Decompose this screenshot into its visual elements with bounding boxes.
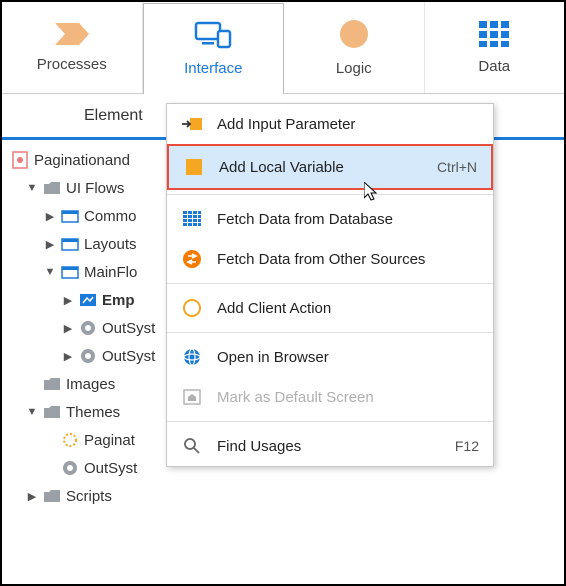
tab-logic[interactable]: Logic	[284, 2, 425, 93]
theme-icon	[60, 432, 80, 448]
tree-label: OutSyst	[84, 460, 137, 477]
menu-label: Open in Browser	[217, 349, 479, 366]
context-menu: Add Input Parameter Add Local Variable C…	[166, 103, 494, 467]
tree-label: Emp	[102, 292, 135, 309]
logic-icon	[339, 19, 369, 54]
interface-icon	[194, 21, 232, 54]
fetch-other-icon	[181, 248, 203, 270]
folder-icon	[42, 405, 62, 419]
tab-data[interactable]: Data	[425, 2, 565, 93]
menu-label: Find Usages	[217, 438, 441, 455]
menu-label: Fetch Data from Other Sources	[217, 251, 479, 268]
globe-icon	[181, 346, 203, 368]
block-icon	[78, 348, 98, 364]
menu-label: Add Input Parameter	[217, 116, 479, 133]
menu-label: Add Local Variable	[219, 159, 423, 176]
folder-icon	[42, 181, 62, 195]
search-icon	[181, 435, 203, 457]
chevron-right-icon: ▶	[44, 238, 56, 251]
input-param-icon	[181, 113, 203, 135]
flow-icon	[60, 237, 80, 251]
tree-label: OutSyst	[102, 348, 155, 365]
chevron-right-icon: ▶	[26, 490, 38, 503]
tree-label: Paginat	[84, 432, 135, 449]
local-var-icon	[183, 156, 205, 178]
chevron-down-icon: ▼	[44, 266, 56, 278]
data-icon	[479, 21, 509, 52]
home-icon	[181, 386, 203, 408]
chevron-right-icon: ▶	[62, 322, 74, 335]
menu-add-client-action[interactable]: Add Client Action	[167, 288, 493, 328]
tree-label: Images	[66, 376, 115, 393]
menu-mark-default-screen: Mark as Default Screen	[167, 377, 493, 417]
menu-find-usages[interactable]: Find Usages F12	[167, 426, 493, 466]
menu-shortcut: F12	[455, 438, 479, 454]
block-icon	[60, 460, 80, 476]
menu-separator	[167, 332, 493, 333]
tab-label: Processes	[37, 56, 107, 73]
menu-fetch-other-sources[interactable]: Fetch Data from Other Sources	[167, 239, 493, 279]
block-icon	[78, 320, 98, 336]
tab-label: Logic	[336, 60, 372, 77]
tree-label: Paginationand	[34, 152, 130, 169]
menu-shortcut: Ctrl+N	[437, 159, 477, 175]
screen-icon	[78, 293, 98, 307]
module-icon	[10, 151, 30, 169]
menu-separator	[167, 283, 493, 284]
chevron-right-icon: ▶	[62, 350, 74, 363]
tree-label: Commo	[84, 208, 137, 225]
subtab-elements[interactable]: Element	[64, 97, 163, 135]
tree-scripts[interactable]: ▶ Scripts	[10, 482, 564, 510]
main-tabbar: Processes Interface Logic Data	[2, 2, 564, 94]
menu-label: Fetch Data from Database	[217, 211, 479, 228]
tab-label: Data	[478, 58, 510, 75]
tab-processes[interactable]: Processes	[2, 2, 143, 93]
menu-open-in-browser[interactable]: Open in Browser	[167, 337, 493, 377]
tab-label: Interface	[184, 60, 242, 77]
chevron-down-icon: ▼	[26, 406, 38, 418]
tab-interface[interactable]: Interface	[143, 3, 285, 94]
menu-fetch-database[interactable]: Fetch Data from Database	[167, 199, 493, 239]
tree-label: Scripts	[66, 488, 112, 505]
chevron-down-icon: ▼	[26, 182, 38, 194]
client-actionshelf-icon	[181, 297, 203, 319]
chevron-right-icon: ▶	[44, 210, 56, 223]
processes-icon	[55, 23, 89, 50]
flow-icon	[60, 265, 80, 279]
menu-label: Mark as Default Screen	[217, 389, 479, 406]
tree-label: OutSyst	[102, 320, 155, 337]
chevron-right-icon: ▶	[62, 294, 74, 307]
menu-add-input-parameter[interactable]: Add Input Parameter	[167, 104, 493, 144]
tree-label: Themes	[66, 404, 120, 421]
flow-icon	[60, 209, 80, 223]
folder-icon	[42, 489, 62, 503]
tree-label: MainFlo	[84, 264, 137, 281]
cursor-icon	[364, 182, 380, 207]
tree-label: Layouts	[84, 236, 137, 253]
menu-separator	[167, 421, 493, 422]
grid-icon	[181, 208, 203, 230]
menu-add-local-variable[interactable]: Add Local Variable Ctrl+N	[167, 144, 493, 190]
menu-label: Add Client Action	[217, 300, 479, 317]
tree-label: UI Flows	[66, 180, 124, 197]
folder-icon	[42, 377, 62, 391]
menu-separator	[167, 194, 493, 195]
